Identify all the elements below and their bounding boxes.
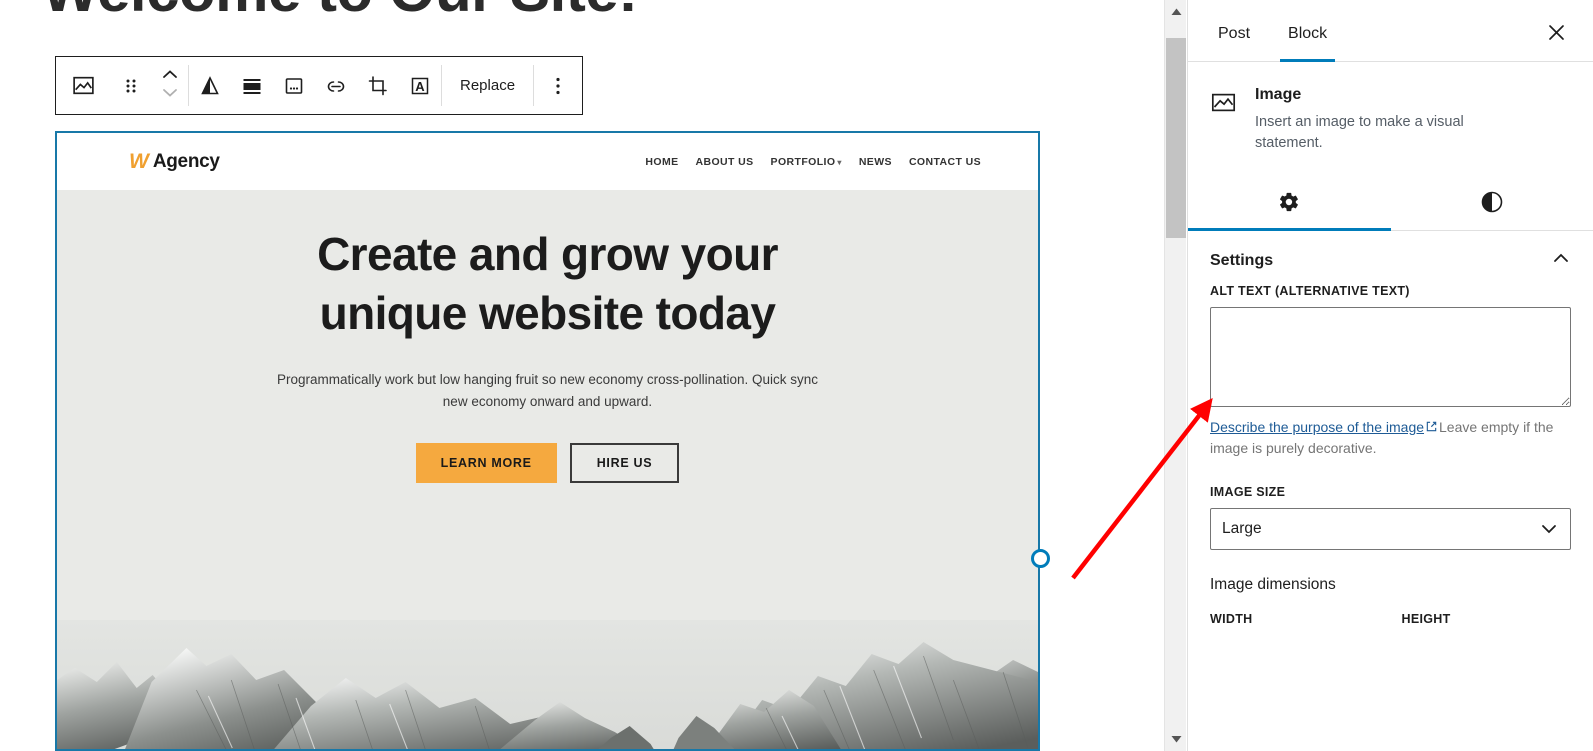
alt-text-label: ALT TEXT (ALTERNATIVE TEXT) — [1210, 284, 1410, 299]
tab-block[interactable]: Block — [1280, 25, 1336, 62]
canvas-scrollbar[interactable] — [1164, 0, 1186, 751]
mountain-photo — [57, 620, 1038, 749]
learn-more-button[interactable]: LEARN MORE — [415, 443, 557, 484]
site-logo[interactable]: W Agency — [129, 151, 220, 173]
move-block-arrows[interactable] — [152, 57, 188, 114]
text-over-image-icon[interactable]: A — [399, 57, 441, 114]
chevron-up-icon[interactable] — [160, 68, 180, 86]
close-icon[interactable] — [1541, 17, 1571, 47]
wordpress-block-editor: Welcome to Our Site! — [0, 0, 1593, 751]
nav-item-about-us[interactable]: ABOUT US — [696, 156, 754, 168]
replace-button[interactable]: Replace — [442, 57, 533, 114]
image-icon — [1210, 89, 1237, 154]
image-size-field: IMAGE SIZE Large — [1188, 485, 1593, 550]
editor-canvas: Welcome to Our Site! — [0, 0, 1164, 751]
logo-text: Agency — [152, 150, 220, 172]
selected-image-block[interactable]: W Agency HOME ABOUT US PORTFOLIO ▾ NEWS C… — [55, 131, 1040, 751]
crop-icon[interactable] — [357, 57, 399, 114]
image-dimensions-title: Image dimensions — [1210, 575, 1336, 593]
image-size-select[interactable]: Large — [1210, 507, 1571, 550]
site-nav: HOME ABOUT US PORTFOLIO ▾ NEWS CONTACT US — [645, 156, 981, 168]
nav-item-portfolio[interactable]: PORTFOLIO ▾ — [771, 156, 842, 168]
alt-text-input[interactable] — [1210, 307, 1571, 408]
mountain-photo-graphic — [57, 620, 1038, 749]
add-caption-icon[interactable] — [273, 57, 315, 114]
describe-purpose-link[interactable]: Describe the purpose of the image — [1210, 419, 1424, 435]
scroll-down-arrow-icon[interactable] — [1165, 729, 1187, 749]
contrast-icon — [1480, 190, 1504, 219]
align-wide-icon[interactable] — [231, 57, 273, 114]
image-resize-handle[interactable] — [1031, 549, 1050, 568]
mock-site-hero: Create and grow your unique website toda… — [57, 190, 1038, 620]
link-icon[interactable] — [315, 57, 357, 114]
logo-mark-icon: W — [129, 150, 149, 173]
settings-panel-header[interactable]: Settings — [1188, 231, 1593, 284]
block-type-image-icon[interactable] — [56, 57, 110, 114]
svg-text:A: A — [415, 79, 425, 94]
block-info-card: Image Insert an image to make a visual s… — [1188, 62, 1593, 160]
more-vertical-icon[interactable] — [534, 57, 582, 114]
hire-us-button[interactable]: HIRE US — [569, 443, 680, 484]
nav-item-news[interactable]: NEWS — [859, 156, 892, 168]
tab-post[interactable]: Post — [1210, 25, 1258, 61]
external-link-icon[interactable] — [1425, 418, 1438, 438]
tab-styles[interactable] — [1391, 178, 1593, 230]
chevron-down-icon[interactable] — [160, 86, 180, 104]
image-dimensions-row: WIDTH HEIGHT — [1188, 594, 1593, 628]
chevron-up-icon[interactable] — [1551, 251, 1571, 270]
drag-handle-icon[interactable] — [110, 57, 152, 114]
gear-icon — [1278, 191, 1300, 218]
nav-item-contact-us[interactable]: CONTACT US — [909, 156, 981, 168]
scroll-up-arrow-icon[interactable] — [1165, 2, 1187, 22]
sidebar-icon-tabs — [1188, 178, 1593, 232]
block-title: Image — [1255, 86, 1302, 103]
hero-heading: Create and grow your unique website toda… — [317, 228, 778, 339]
settings-panel-title: Settings — [1210, 251, 1274, 269]
align-triangle-icon[interactable] — [189, 57, 231, 114]
scrollbar-thumb[interactable] — [1166, 38, 1186, 238]
hero-paragraph: Programmatically work but low hanging fr… — [277, 371, 818, 410]
block-toolbar: A Replace — [55, 56, 584, 115]
alt-text-help: Describe the purpose of the image Leave e… — [1210, 417, 1571, 459]
height-label: HEIGHT — [1401, 611, 1451, 626]
sidebar-tabs: Post Block — [1188, 0, 1593, 62]
tab-settings[interactable] — [1188, 178, 1391, 232]
chevron-down-icon: ▾ — [837, 157, 842, 167]
image-size-label: IMAGE SIZE — [1210, 484, 1286, 499]
width-label: WIDTH — [1210, 611, 1253, 626]
block-settings-sidebar: Post Block Image Insert an image to make… — [1187, 0, 1593, 751]
page-title: Welcome to Our Site! — [42, 0, 638, 25]
alt-text-field: ALT TEXT (ALTERNATIVE TEXT) Describe the… — [1188, 284, 1593, 459]
nav-item-home[interactable]: HOME — [645, 156, 678, 168]
mock-site-header: W Agency HOME ABOUT US PORTFOLIO ▾ NEWS C… — [57, 133, 1038, 190]
block-description: Insert an image to make a visual stateme… — [1255, 114, 1464, 152]
hero-buttons: LEARN MORE HIRE US — [415, 443, 680, 484]
